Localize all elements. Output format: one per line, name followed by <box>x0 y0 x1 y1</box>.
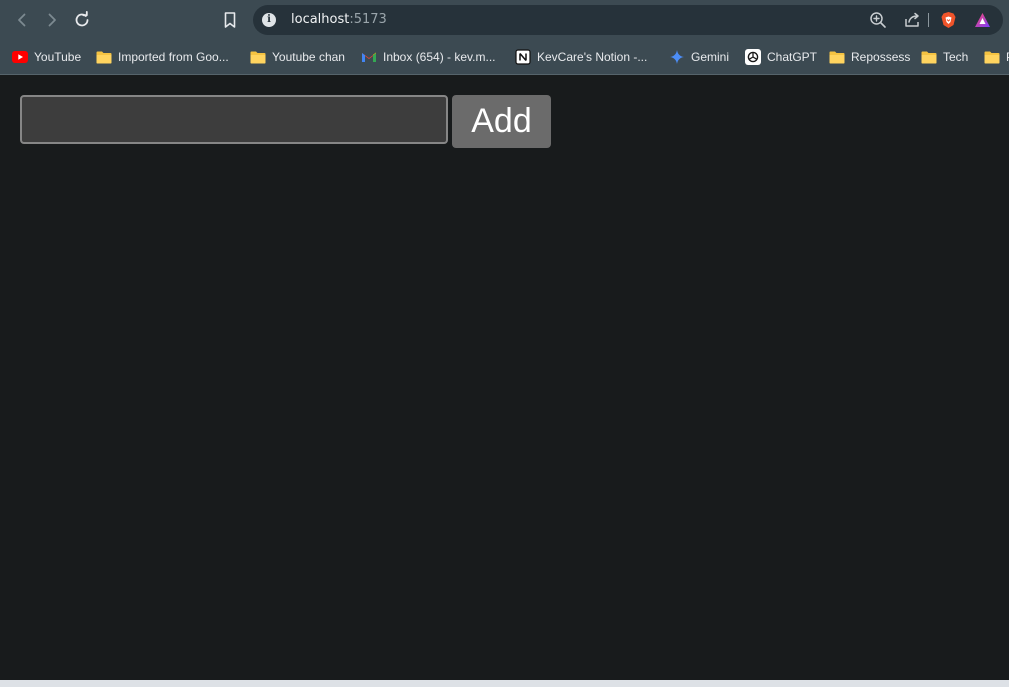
window-bottom-edge <box>0 680 1009 687</box>
bookmark-youtube[interactable]: YouTube <box>12 47 81 67</box>
forward-button[interactable] <box>40 8 64 32</box>
brave-rewards-icon <box>974 13 990 27</box>
add-button[interactable]: Add <box>452 95 551 148</box>
bookmark-notion[interactable]: KevCare's Notion -... <box>515 47 647 67</box>
back-button[interactable] <box>10 8 34 32</box>
browser-window: i localhost:5173 YouTube Imported from G… <box>0 0 1009 687</box>
zoom-in-icon <box>870 12 886 28</box>
folder-icon <box>829 49 845 65</box>
bookmark-label: ChatGPT <box>767 50 818 64</box>
bookmark-label: Imported from Goo... <box>118 50 229 64</box>
bookmark-label: Inbox (654) - kev.m... <box>383 50 496 64</box>
todo-input[interactable] <box>20 95 448 144</box>
youtube-icon <box>12 49 28 65</box>
chevron-right-icon <box>48 13 56 27</box>
url-separator <box>928 13 929 27</box>
url-port: :5173 <box>349 12 387 27</box>
bookmark-icon <box>224 12 236 28</box>
notion-icon <box>515 49 531 65</box>
brave-rewards-button[interactable] <box>973 11 991 29</box>
bookmark-p-folder[interactable]: P <box>984 47 1009 67</box>
bookmark-label: Tech <box>943 50 969 64</box>
folder-icon <box>96 49 112 65</box>
bookmarks-bar: YouTube Imported from Goo... Youtube cha… <box>0 40 1009 75</box>
zoom-button[interactable] <box>869 11 887 29</box>
url-text[interactable]: localhost:5173 <box>291 12 387 28</box>
bookmark-gemini[interactable]: Gemini <box>669 47 729 67</box>
bookmark-label: YouTube <box>34 50 82 64</box>
bookmark-repossess-folder[interactable]: Repossess <box>829 47 910 67</box>
url-host: localhost <box>291 12 350 27</box>
bookmark-gmail-inbox[interactable]: Inbox (654) - kev.m... <box>361 47 495 67</box>
bookmark-label: Youtube chan <box>272 50 345 64</box>
bookmark-label: Gemini <box>691 50 730 64</box>
chevron-left-icon <box>18 13 26 27</box>
folder-icon <box>250 49 266 65</box>
address-bar[interactable]: i localhost:5173 <box>253 5 1003 35</box>
bookmark-label: KevCare's Notion -... <box>537 50 648 64</box>
chatgpt-icon <box>745 49 761 65</box>
brave-shield-icon <box>941 12 955 28</box>
brave-shields-button[interactable] <box>939 11 957 29</box>
bookmark-page-button[interactable] <box>218 8 242 32</box>
bookmark-imported-folder[interactable]: Imported from Goo... <box>96 47 229 67</box>
bookmark-label: Repossess <box>851 50 911 64</box>
share-button[interactable] <box>903 11 921 29</box>
gemini-icon <box>669 49 685 65</box>
reload-icon <box>75 11 89 27</box>
share-icon <box>905 12 919 27</box>
browser-toolbar: i localhost:5173 <box>0 0 1009 40</box>
info-icon[interactable]: i <box>262 13 276 27</box>
gmail-icon <box>361 49 377 65</box>
folder-icon <box>984 49 1000 65</box>
folder-icon <box>921 49 937 65</box>
reload-button[interactable] <box>70 8 94 32</box>
bookmark-tech-folder[interactable]: Tech <box>921 47 968 67</box>
page-content: Add <box>0 75 1009 680</box>
bookmark-youtube-chan-folder[interactable]: Youtube chan <box>250 47 345 67</box>
bookmark-chatgpt[interactable]: ChatGPT <box>745 47 817 67</box>
